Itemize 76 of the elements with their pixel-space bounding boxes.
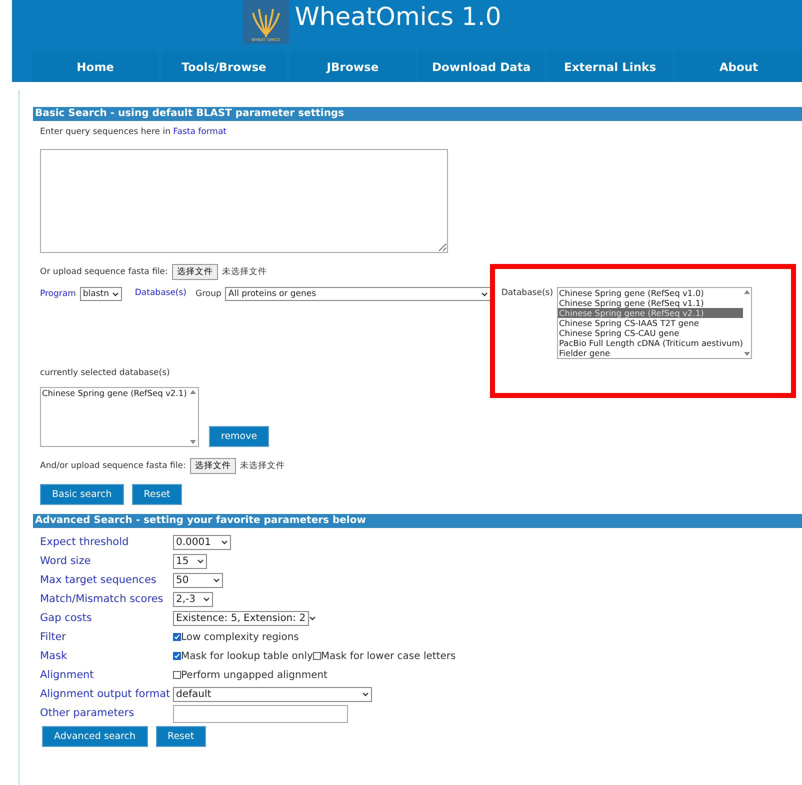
- scroll-up-icon[interactable]: [744, 290, 750, 294]
- parameter-label: Alignment output format: [40, 687, 172, 702]
- dropdown[interactable]: 2,-3: [173, 592, 213, 606]
- query-prompt: Enter query sequences here in: [40, 127, 172, 137]
- dropdown[interactable]: 50: [173, 572, 223, 588]
- checkbox-label: Mask for lookup table only: [181, 650, 313, 662]
- section-heading: Advanced Search - setting your favorite parameters below: [33, 514, 802, 528]
- database-option[interactable]: Chinese Spring CS-IAAS T2T gene: [558, 318, 744, 328]
- caret-icon: [481, 292, 488, 296]
- database-option[interactable]: PacBio Full Length cDNA (Triticum aestivum): [558, 338, 744, 348]
- parameter-label: Mask: [40, 649, 68, 664]
- scroll-up-icon[interactable]: [190, 390, 196, 394]
- parameter-label: Expect threshold: [40, 535, 130, 550]
- remove-button[interactable]: remove: [209, 426, 270, 447]
- parameter-label: Other parameters: [40, 706, 136, 721]
- search-button[interactable]: Reset: [132, 484, 182, 505]
- selected-databases-label: currently selected database(s): [40, 368, 170, 378]
- parameter-label: Filter: [40, 630, 68, 645]
- parameter-label: Match/Mismatch scores: [40, 592, 164, 607]
- selected-databases-listbox[interactable]: Chinese Spring gene (RefSeq v2.1): [40, 387, 199, 447]
- dropdown[interactable]: blastn: [80, 287, 122, 301]
- scroll-down-icon[interactable]: [744, 352, 750, 356]
- nav-tab[interactable]: Download Data: [418, 51, 545, 82]
- database-option[interactable]: Fielder gene: [558, 348, 744, 358]
- caret-icon: [203, 596, 210, 602]
- parameter-label: Word size: [40, 554, 92, 569]
- nav-tab[interactable]: JBrowse: [289, 51, 416, 82]
- parameter-label: Max target sequences: [40, 573, 158, 588]
- caret-icon: [213, 578, 220, 582]
- checkbox[interactable]: [173, 671, 181, 679]
- parameter-label: Gap costs: [40, 611, 93, 626]
- choose-file-button[interactable]: 选择文件: [190, 458, 236, 474]
- file-status: 未选择文件: [240, 460, 285, 472]
- nav-tab[interactable]: About: [675, 51, 802, 82]
- nav-tab[interactable]: Tools/Browse: [160, 51, 288, 82]
- caret-icon: [362, 692, 369, 696]
- database-option[interactable]: Chinese Spring gene (RefSeq v2.1): [41, 388, 188, 398]
- scroll-down-icon[interactable]: [190, 440, 196, 444]
- dropdown[interactable]: default: [173, 686, 372, 702]
- search-button[interactable]: Reset: [156, 726, 206, 747]
- dropdown[interactable]: 15: [173, 554, 207, 568]
- search-button[interactable]: Advanced search: [42, 726, 148, 747]
- checkbox-label: Low complexity regions: [181, 632, 299, 642]
- search-button[interactable]: Basic search: [40, 484, 124, 505]
- dropdown[interactable]: 0.0001: [173, 534, 231, 550]
- database-option[interactable]: Chinese Spring gene (RefSeq v1.1): [558, 298, 744, 308]
- database-listbox[interactable]: [557, 287, 752, 359]
- databases-link[interactable]: Database(s): [134, 288, 186, 298]
- query-textarea[interactable]: [40, 149, 448, 253]
- group-label: Group: [196, 289, 222, 299]
- database-label: Database(s): [501, 288, 554, 298]
- choose-file-button[interactable]: 选择文件: [172, 264, 218, 280]
- checkbox[interactable]: [173, 633, 181, 641]
- database-option[interactable]: Chinese Spring CS-CAU gene: [558, 328, 744, 338]
- upload-label: And/or upload sequence fasta file:: [40, 461, 186, 471]
- program-link[interactable]: Program: [40, 289, 76, 299]
- parameter-label: Alignment: [40, 668, 95, 683]
- nav-tab[interactable]: External Links: [546, 51, 674, 82]
- file-status: 未选择文件: [222, 266, 267, 278]
- site-title: WheatOmics 1.0: [294, 2, 502, 31]
- database-option[interactable]: Chinese Spring gene (RefSeq v1.0): [558, 288, 744, 298]
- caret-icon: [112, 292, 119, 296]
- section-heading: Basic Search - using default BLAST parameter settings: [33, 107, 802, 121]
- caret-icon: [221, 540, 228, 544]
- caret-icon: [308, 616, 316, 620]
- database-option[interactable]: Chinese Spring gene (RefSeq v2.1): [558, 308, 744, 318]
- checkbox[interactable]: [173, 652, 181, 660]
- parameters-input[interactable]: [173, 705, 348, 723]
- checkbox[interactable]: [312, 652, 321, 660]
- dropdown[interactable]: All proteins or genes: [225, 287, 492, 301]
- checkbox-label: Mask for lower case letters: [320, 650, 456, 662]
- caret-icon: [197, 558, 204, 564]
- fasta-format-link[interactable]: Fasta format: [173, 127, 227, 137]
- upload-label: Or upload sequence fasta file:: [40, 267, 168, 277]
- nav-tab[interactable]: Home: [32, 51, 159, 82]
- checkbox-label: Perform ungapped alignment: [181, 670, 328, 680]
